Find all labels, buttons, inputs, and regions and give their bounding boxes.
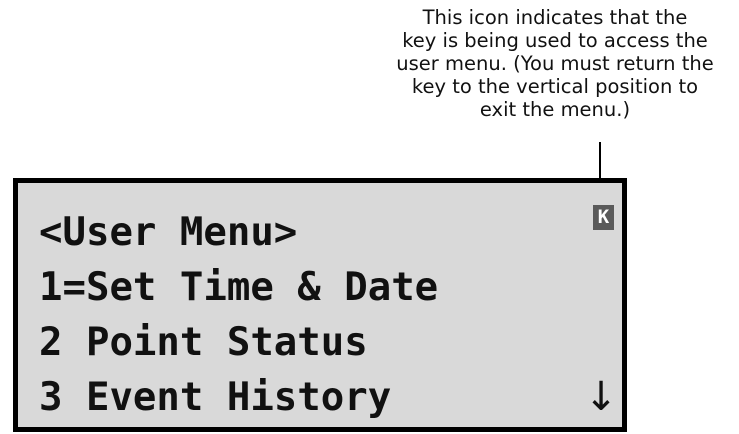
menu-item-point-status[interactable]: 2 Point Status xyxy=(39,321,368,365)
menu-item-set-time-date[interactable]: 1=Set Time & Date xyxy=(39,266,438,310)
scroll-down-arrow-icon: ↓ xyxy=(584,374,618,420)
menu-title: <User Menu> xyxy=(39,210,298,255)
annotation-callout: This icon indicates that the key is bein… xyxy=(372,6,738,121)
lcd-screen: <User Menu> 1=Set Time & Date 2 Point St… xyxy=(13,178,627,432)
annotation-line: This icon indicates that the xyxy=(422,6,688,29)
annotation-line: key to the vertical position to xyxy=(411,75,699,98)
annotation-line: key is being used to access the xyxy=(402,29,708,52)
annotation-line: exit the menu.) xyxy=(479,98,631,121)
menu-item-event-history[interactable]: 3 Event History xyxy=(39,376,391,420)
annotation-line: user menu. (You must return the xyxy=(396,52,714,75)
key-mode-icon: K xyxy=(593,205,614,230)
